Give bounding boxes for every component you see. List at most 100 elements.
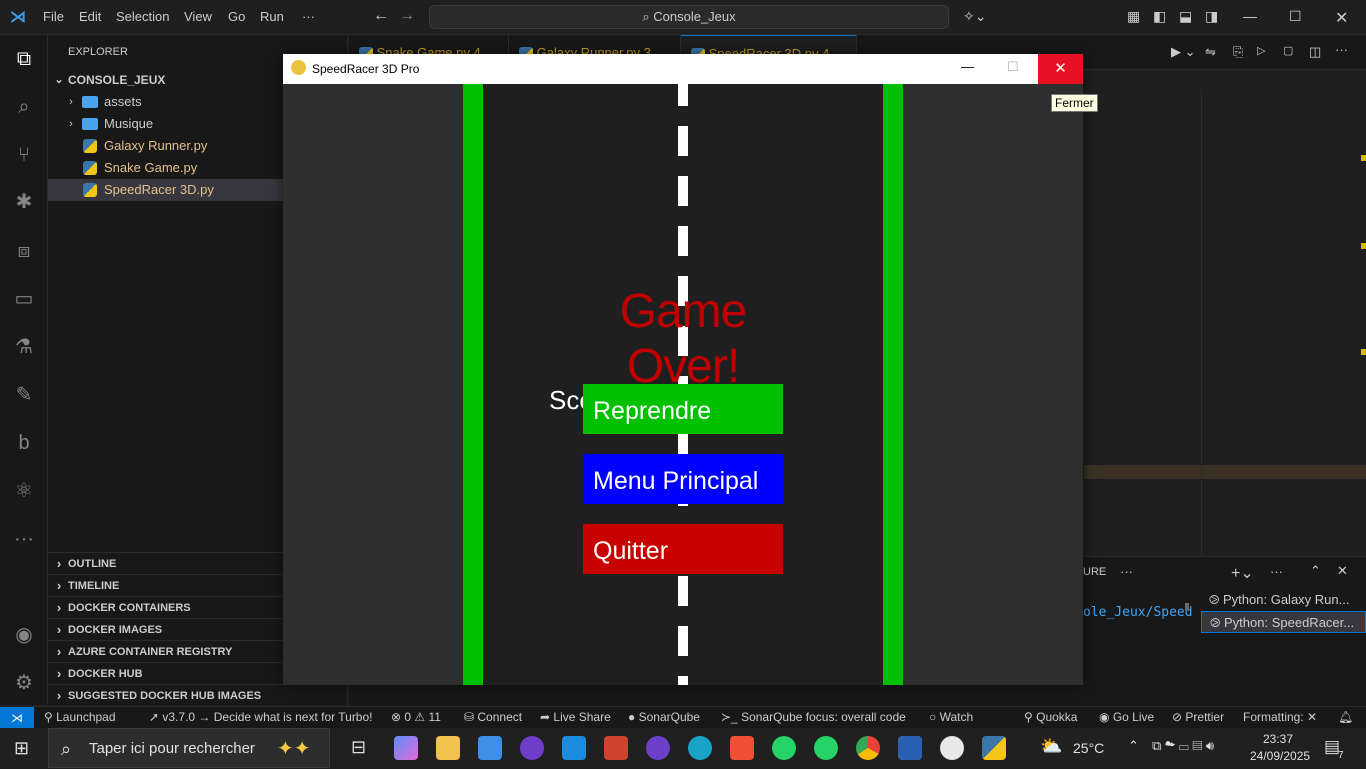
remote-indicator[interactable]: ⋊ [0, 707, 34, 729]
terminal-item-speedracer[interactable]: ⧁ Python: SpeedRacer... [1201, 611, 1366, 633]
react-icon[interactable]: ⚛ [12, 479, 36, 503]
game-maximize-icon[interactable]: ☐ [1007, 59, 1019, 75]
status-formatting[interactable]: Formatting: ✕ [1243, 710, 1317, 724]
status-launchpad[interactable]: ⚲ Launchpad [44, 710, 116, 724]
copilot-icon[interactable]: ✧⌄ [963, 8, 986, 25]
microsoft-store-icon[interactable] [478, 736, 502, 760]
open-file-icon[interactable]: ⎘ [1233, 44, 1243, 60]
github-desktop-icon[interactable] [520, 736, 544, 760]
whatsapp-icon[interactable] [772, 736, 796, 760]
close-tooltip: Fermer [1051, 94, 1098, 112]
power-app-icon[interactable] [604, 736, 628, 760]
menu-go[interactable]: Go [228, 9, 245, 24]
extensions-icon[interactable]: ⧈ [12, 239, 36, 263]
status-go-live[interactable]: ◉ Go Live [1099, 710, 1154, 724]
github-icon[interactable] [646, 736, 670, 760]
bing-icon[interactable]: b [12, 431, 36, 455]
menu-file[interactable]: File [43, 9, 64, 24]
file-explorer-icon[interactable] [436, 736, 460, 760]
status-turbo[interactable]: ➚ v3.7.0 → Decide what is next for Turbo… [149, 710, 373, 724]
command-center-search[interactable]: ⌕ Console_Jeux [429, 5, 949, 29]
source-control-icon[interactable]: ⑂ [12, 143, 36, 167]
compare-icon[interactable]: ⇋ [1205, 44, 1216, 60]
bell-icon[interactable]: 🔔︎ [1338, 710, 1353, 724]
panel-tab-partial[interactable]: URE [1083, 566, 1106, 578]
status-connect[interactable]: ⛁ Connect [464, 710, 522, 724]
close-icon[interactable]: ✕ [1335, 8, 1348, 28]
split-editor-icon[interactable]: ◫ [1309, 44, 1321, 60]
minimize-icon[interactable]: — [1243, 8, 1257, 24]
toggle-secondary-sidebar-icon[interactable]: ◨ [1205, 8, 1218, 25]
weather-icon[interactable]: ⛅ [1040, 736, 1062, 757]
maximize-icon[interactable]: ☐ [1289, 8, 1302, 25]
menu-run[interactable]: Run [260, 9, 284, 24]
brush-icon[interactable]: ✎ [12, 383, 36, 407]
toggle-panel-icon[interactable]: ⬓ [1179, 8, 1192, 25]
git-icon[interactable] [730, 736, 754, 760]
lane-dash [678, 676, 688, 685]
panel-more-icon[interactable]: ··· [1120, 564, 1133, 579]
status-watch[interactable]: ○ Watch [929, 710, 973, 724]
game-close-button[interactable]: ✕ [1038, 54, 1083, 84]
copilot-app-icon[interactable] [394, 736, 418, 760]
main-menu-button[interactable]: Menu Principal [583, 454, 783, 504]
menu-edit[interactable]: Edit [79, 9, 101, 24]
quit-button[interactable]: Quitter [583, 524, 783, 574]
maximize-panel-icon[interactable]: ⌃ [1310, 563, 1321, 579]
back-arrow-icon[interactable]: ← [373, 7, 389, 25]
toggle-sidebar-icon[interactable]: ◧ [1153, 8, 1166, 25]
testing-icon[interactable]: ⚗ [12, 335, 36, 359]
clock-time[interactable]: 23:37 [1263, 732, 1293, 746]
status-quokka[interactable]: ⚲ Quokka [1024, 710, 1077, 724]
php-debug-icon[interactable]: ▢ [1283, 44, 1293, 57]
task-view-icon[interactable]: ⊟ [351, 737, 366, 758]
chevron-right-icon: › [56, 556, 62, 571]
clock-date[interactable]: 24/09/2025 [1250, 749, 1310, 763]
php-run-icon[interactable]: ▷ [1257, 44, 1265, 57]
explorer-icon[interactable]: ⧉ [12, 47, 36, 71]
remote-explorer-icon[interactable]: ▭ [12, 287, 36, 311]
chevron-down-icon: ⌄ [54, 74, 64, 86]
resume-button[interactable]: Reprendre [583, 384, 783, 434]
status-sonarqube[interactable]: ● SonarQube [628, 710, 700, 724]
tray-icons[interactable]: ⧉ ☁ ▭ ▤ 🔊︎ [1152, 738, 1214, 754]
tray-chevron-icon[interactable]: ⌃ [1128, 738, 1139, 754]
status-sonar-focus[interactable]: ≻_ SonarQube focus: overall code [721, 710, 906, 724]
run-debug-icon[interactable]: ✱ [12, 190, 36, 214]
game-minimize-icon[interactable]: — [961, 59, 974, 74]
more-icon[interactable]: ··· [12, 527, 36, 551]
status-prettier[interactable]: ⊘ Prettier [1172, 710, 1224, 724]
menu-more[interactable]: ··· [302, 9, 315, 24]
chatgpt-icon[interactable] [940, 736, 964, 760]
python-app-icon[interactable] [982, 736, 1006, 760]
close-panel-icon[interactable]: ✕ [1337, 563, 1348, 579]
windows-start-icon[interactable]: ⊞ [14, 738, 29, 759]
vscode-taskbar-icon[interactable] [562, 736, 586, 760]
chrome-icon[interactable] [856, 736, 880, 760]
section-suggested-docker-hub[interactable]: › SUGGESTED DOCKER HUB IMAGES [48, 684, 348, 706]
terminal-item-galaxy-runner[interactable]: ⧁ Python: Galaxy Run... [1201, 589, 1366, 611]
menu-selection[interactable]: Selection [116, 9, 169, 24]
status-live-share[interactable]: ➦ Live Share [540, 710, 611, 724]
whatsapp-business-icon[interactable] [814, 736, 838, 760]
account-icon[interactable]: ◉ [12, 623, 36, 647]
more-actions-icon[interactable]: ··· [1335, 42, 1348, 57]
word-icon[interactable] [898, 736, 922, 760]
new-terminal-icon[interactable]: +⌄ [1231, 563, 1254, 583]
status-bar: ⋊ ⚲ Launchpad ➚ v3.7.0 → Decide what is … [0, 706, 1366, 729]
settings-gear-icon[interactable]: ⚙ [12, 671, 36, 695]
edge-icon[interactable] [688, 736, 712, 760]
run-python-icon[interactable]: ▶ ⌄ [1171, 44, 1196, 60]
weather-temp[interactable]: 25°C [1073, 740, 1104, 756]
terminal-more-icon[interactable]: ··· [1270, 564, 1283, 579]
taskbar-search-input[interactable]: ⌕ Taper ici pour rechercher ✦✦ [48, 728, 330, 768]
copilot-sparkle-icon: ✦✦ [277, 738, 311, 760]
layout-customize-icon[interactable]: ▦ [1127, 8, 1140, 25]
status-problems[interactable]: ⊗ 0 ⚠ 11 [391, 710, 441, 724]
forward-arrow-icon[interactable]: → [399, 7, 415, 25]
chevron-right-icon: › [69, 96, 73, 108]
minimap-divider [1201, 90, 1202, 555]
road-border-right [883, 84, 903, 685]
search-icon[interactable]: ⌕ [12, 95, 36, 119]
menu-view[interactable]: View [184, 9, 212, 24]
